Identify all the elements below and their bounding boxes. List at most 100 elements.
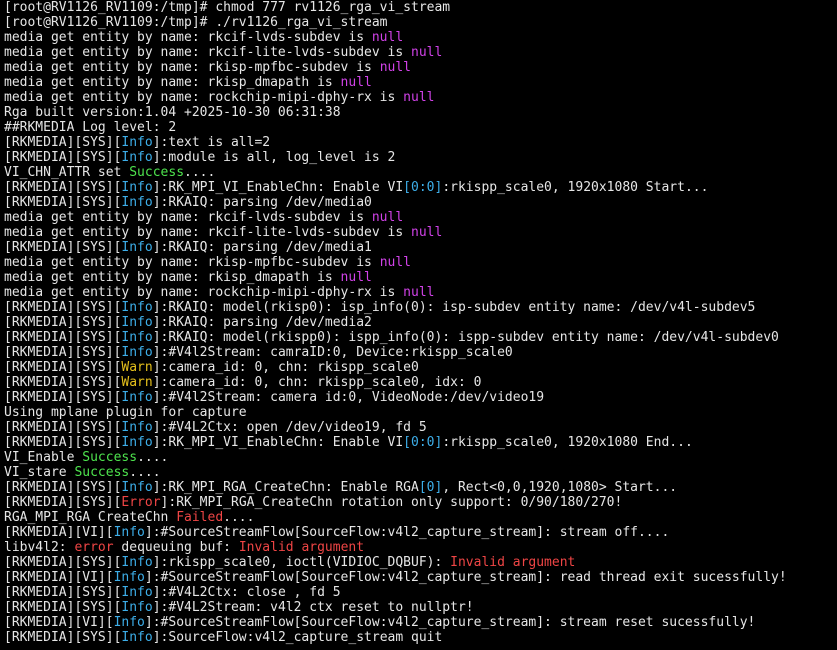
terminal-line: [RKMEDIA][SYS][Error]:RK_MPI_RGA_CreateC…: [4, 495, 837, 510]
terminal-line: media get entity by name: rkcif-lvds-sub…: [4, 30, 837, 45]
log-text: [RKMEDIA][SYS][: [4, 390, 122, 405]
log-text: [RKMEDIA][SYS][: [4, 330, 122, 345]
log-token-cyan: Info: [121, 300, 153, 315]
log-token-cyan: [0:0]: [403, 435, 443, 450]
log-token-green: Success: [129, 165, 185, 180]
terminal-line: Using mplane plugin for capture: [4, 405, 837, 420]
terminal-line: ##RKMEDIA Log level: 2: [4, 120, 837, 135]
log-token-cyan: [0:0]: [403, 180, 443, 195]
log-text: [RKMEDIA][SYS][: [4, 135, 122, 150]
log-text: VI_CHN_ATTR set: [4, 165, 130, 180]
terminal-line: [RKMEDIA][SYS][Info]:rkispp_scale0, ioct…: [4, 555, 837, 570]
log-token-cyan: Info: [121, 480, 153, 495]
log-token-cyan: Info: [113, 570, 145, 585]
log-text: [RKMEDIA][SYS][: [4, 555, 122, 570]
log-text: ]:#V4l2Stream: camera id:0, VideoNode:/d…: [152, 390, 545, 405]
log-token-magenta: null: [403, 285, 435, 300]
log-text: [RKMEDIA][SYS][: [4, 630, 122, 645]
terminal-line: [root@RV1126_RV1109:/tmp]# ./rv1126_rga_…: [4, 15, 837, 30]
log-text: ]:RKAIQ: model(rkisp0): isp_info(0): isp…: [152, 300, 756, 315]
log-token-cyan: Info: [113, 615, 145, 630]
log-text: [RKMEDIA][SYS][: [4, 300, 122, 315]
log-token-green: Success: [82, 450, 138, 465]
terminal-line: [RKMEDIA][SYS][Info]:module is all, log_…: [4, 150, 837, 165]
log-text: ....: [223, 510, 255, 525]
log-text: [root@RV1126_RV1109:/tmp]# chmod 777 rv1…: [4, 0, 451, 15]
log-token-red: Failed: [176, 510, 224, 525]
log-token-red: Invalid argument: [450, 555, 576, 570]
log-text: ]:#V4L2Stream: v4l2 ctx reset to nullptr…: [152, 600, 474, 615]
log-text: Rga built version:1.04 +2025-10-30 06:31…: [4, 105, 341, 120]
log-text: [RKMEDIA][SYS][: [4, 195, 122, 210]
terminal-line: [RKMEDIA][SYS][Info]:SourceFlow:v4l2_cap…: [4, 630, 837, 645]
log-token-cyan: Info: [121, 555, 153, 570]
terminal-line: media get entity by name: rkisp_dmapath …: [4, 75, 837, 90]
terminal-output[interactable]: [root@RV1126_RV1109:/tmp]# chmod 777 rv1…: [0, 0, 837, 650]
log-text: ]:#SourceStreamFlow[SourceFlow:v4l2_capt…: [144, 525, 670, 540]
log-text: [RKMEDIA][SYS][: [4, 585, 122, 600]
terminal-line: [RKMEDIA][VI][Info]:#SourceStreamFlow[So…: [4, 570, 837, 585]
terminal-line: [RKMEDIA][SYS][Info]:#V4l2Stream: camera…: [4, 390, 837, 405]
log-token-cyan: Info: [121, 630, 153, 645]
log-text: ]:RKAIQ: parsing /dev/media2: [152, 315, 372, 330]
log-token-cyan: Info: [121, 180, 153, 195]
log-token-magenta: null: [340, 75, 372, 90]
log-text: media get entity by name: rkcif-lvds-sub…: [4, 30, 372, 45]
log-text: ]:#V4l2Stream: camraID:0, Device:rkispp_…: [152, 345, 513, 360]
terminal-line: [root@RV1126_RV1109:/tmp]# chmod 777 rv1…: [4, 0, 837, 15]
terminal-line: [RKMEDIA][VI][Info]:#SourceStreamFlow[So…: [4, 525, 837, 540]
terminal-line: [RKMEDIA][SYS][Info]:#V4L2Ctx: close , f…: [4, 585, 837, 600]
log-text: ]:camera_id: 0, chn: rkispp_scale0, idx:…: [152, 375, 482, 390]
log-text: ....: [137, 450, 169, 465]
log-text: [RKMEDIA][SYS][: [4, 480, 122, 495]
terminal-line: VI_CHN_ATTR set Success....: [4, 165, 837, 180]
log-text: [RKMEDIA][SYS][: [4, 600, 122, 615]
log-token-cyan: Info: [121, 420, 153, 435]
log-text: ]:#V4L2Ctx: open /dev/video19, fd 5: [152, 420, 427, 435]
log-token-cyan: Info: [121, 600, 153, 615]
terminal-line: [RKMEDIA][SYS][Info]:RKAIQ: model(rkisp0…: [4, 300, 837, 315]
log-text: :rkispp_scale0, 1920x1080 End...: [442, 435, 693, 450]
log-text: [RKMEDIA][SYS][: [4, 240, 122, 255]
log-text: ]:#SourceStreamFlow[SourceFlow:v4l2_capt…: [144, 615, 756, 630]
log-text: media get entity by name: rkcif-lvds-sub…: [4, 210, 372, 225]
terminal-line: [RKMEDIA][VI][Info]:#SourceStreamFlow[So…: [4, 615, 837, 630]
terminal-line: [RKMEDIA][SYS][Info]:RKAIQ: model(rkispp…: [4, 330, 837, 345]
log-text: media get entity by name: rkisp_dmapath …: [4, 270, 341, 285]
log-text: VI_stare: [4, 465, 75, 480]
log-token-magenta: null: [371, 30, 404, 45]
log-token-red: Error: [121, 495, 161, 510]
log-text: [RKMEDIA][SYS][: [4, 345, 122, 360]
terminal-line: [RKMEDIA][SYS][Warn]:camera_id: 0, chn: …: [4, 360, 837, 375]
log-text: Using mplane plugin for capture: [4, 405, 247, 420]
terminal-line: [RKMEDIA][SYS][Info]:RK_MPI_RGA_CreateCh…: [4, 480, 837, 495]
log-token-cyan: Info: [113, 525, 145, 540]
log-token-cyan: Info: [121, 135, 153, 150]
log-text: ##RKMEDIA Log level: 2: [4, 120, 177, 135]
terminal-line: media get entity by name: rkcif-lite-lvd…: [4, 45, 837, 60]
log-text: media get entity by name: rkcif-lite-lvd…: [4, 45, 411, 60]
log-text: ]:text is all=2: [152, 135, 271, 150]
log-text: ]:RKAIQ: parsing /dev/media1: [152, 240, 372, 255]
terminal-line: media get entity by name: rockchip-mipi-…: [4, 90, 837, 105]
terminal-line: [RKMEDIA][SYS][Info]:#V4L2Stream: v4l2 c…: [4, 600, 837, 615]
log-text: ]:RKAIQ: parsing /dev/media0: [152, 195, 372, 210]
log-text: ]:#V4L2Ctx: close , fd 5: [152, 585, 341, 600]
log-token-cyan: [0]: [418, 480, 443, 495]
log-text: media get entity by name: rkisp-mpfbc-su…: [4, 255, 380, 270]
terminal-line: media get entity by name: rkcif-lite-lvd…: [4, 225, 837, 240]
terminal-line: [RKMEDIA][SYS][Info]:RKAIQ: parsing /dev…: [4, 195, 837, 210]
terminal-line: media get entity by name: rockchip-mipi-…: [4, 285, 837, 300]
terminal-line: Rga built version:1.04 +2025-10-30 06:31…: [4, 105, 837, 120]
log-text: :rkispp_scale0, 1920x1080 Start...: [442, 180, 709, 195]
log-text: ....: [129, 465, 161, 480]
log-text: ]:#SourceStreamFlow[SourceFlow:v4l2_capt…: [144, 570, 787, 585]
log-token-red: Invalid argument: [238, 540, 365, 555]
log-token-cyan: Info: [121, 195, 153, 210]
log-text: [root@RV1126_RV1109:/tmp]# ./rv1126_rga_…: [4, 15, 388, 30]
log-token-cyan: Info: [121, 240, 153, 255]
log-token-magenta: null: [403, 90, 435, 105]
log-text: ]:rkispp_scale0, ioctl(VIDIOC_DQBUF):: [152, 555, 451, 570]
log-text: RGA_MPI_RGA CreateChn: [4, 510, 177, 525]
log-text: [RKMEDIA][SYS][: [4, 150, 122, 165]
